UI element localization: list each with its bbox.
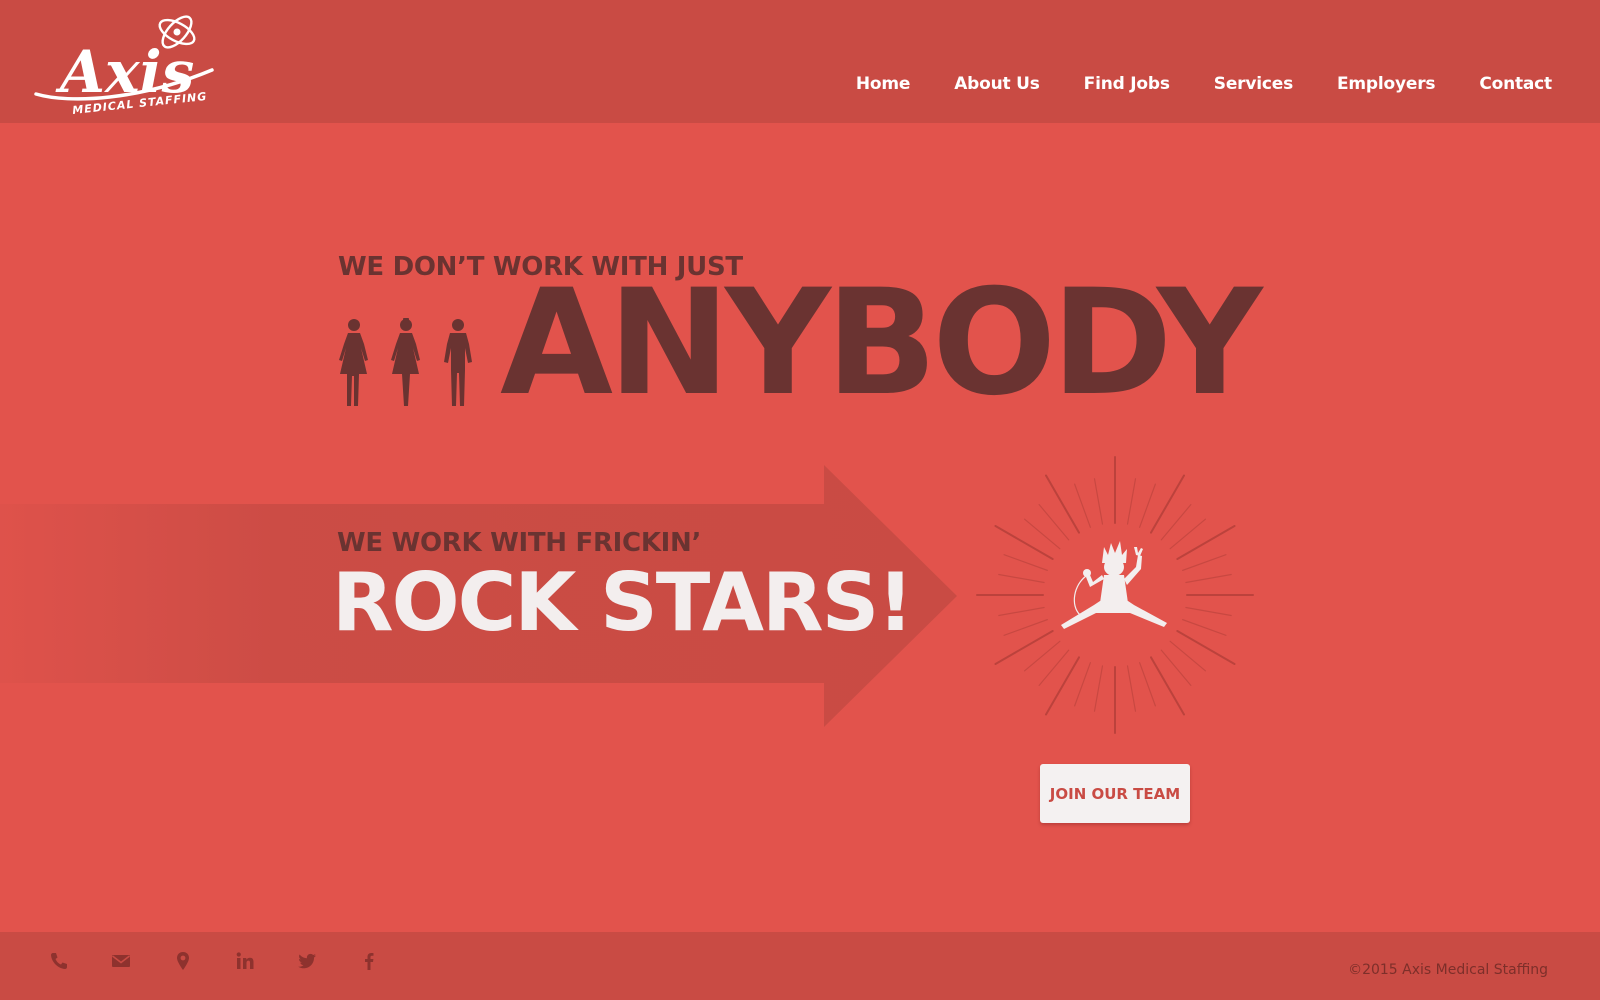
phone-icon[interactable] bbox=[48, 950, 70, 972]
hero-line-2: ANYBODY bbox=[500, 258, 1263, 428]
location-pin-icon[interactable] bbox=[172, 950, 194, 972]
linkedin-icon[interactable] bbox=[234, 950, 256, 972]
nav-services[interactable]: Services bbox=[1214, 74, 1293, 94]
nav-about-us[interactable]: About Us bbox=[954, 74, 1040, 94]
people-figures-icon bbox=[339, 318, 472, 406]
main-nav: Home About Us Find Jobs Services Employe… bbox=[812, 74, 1552, 94]
rockstar-burst-icon bbox=[976, 456, 1254, 734]
nav-find-jobs[interactable]: Find Jobs bbox=[1084, 74, 1170, 94]
nav-contact[interactable]: Contact bbox=[1479, 74, 1552, 94]
footer-icons bbox=[48, 950, 420, 972]
axis-logo[interactable]: Axis MEDICAL STAFFING bbox=[30, 8, 220, 114]
join-our-team-button[interactable]: JOIN OUR TEAM bbox=[1040, 764, 1190, 823]
facebook-icon[interactable] bbox=[358, 950, 380, 972]
nav-employers[interactable]: Employers bbox=[1337, 74, 1436, 94]
hero-line-4: ROCK STARS! bbox=[332, 556, 914, 649]
hero-line-3: WE WORK WITH FRICKIN’ bbox=[337, 528, 702, 558]
site-footer: ©2015 Axis Medical Staffing bbox=[0, 932, 1600, 1000]
nav-home[interactable]: Home bbox=[856, 74, 911, 94]
email-icon[interactable] bbox=[110, 950, 132, 972]
copyright-text: ©2015 Axis Medical Staffing bbox=[1348, 962, 1548, 978]
twitter-icon[interactable] bbox=[296, 950, 318, 972]
site-header: Axis MEDICAL STAFFING Home About Us Find… bbox=[0, 0, 1600, 123]
